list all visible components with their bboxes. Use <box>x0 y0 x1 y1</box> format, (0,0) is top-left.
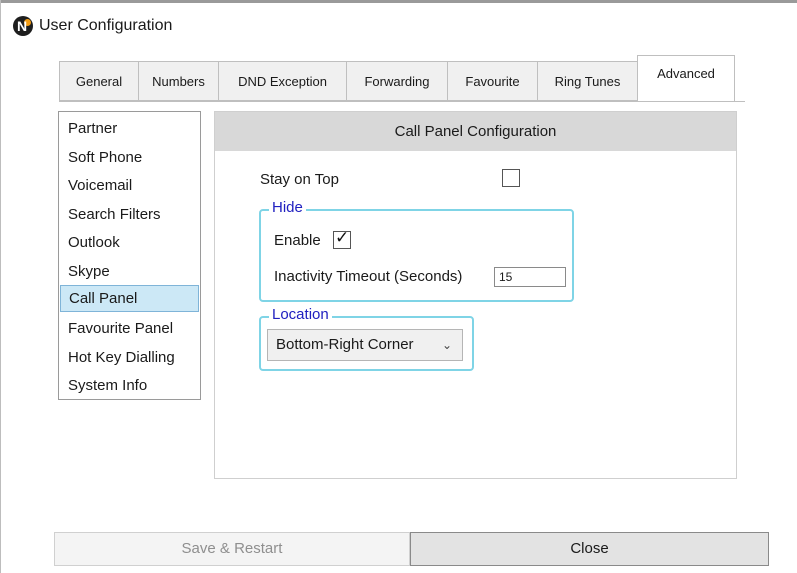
sidebar-item-soft-phone[interactable]: Soft Phone <box>60 144 199 171</box>
tab-ring-tunes[interactable]: Ring Tunes <box>537 61 637 101</box>
tab-general[interactable]: General <box>59 61 138 101</box>
sidebar-item-hot-key-dialling[interactable]: Hot Key Dialling <box>60 344 199 371</box>
location-select-value: Bottom-Right Corner <box>276 336 414 353</box>
location-group-legend: Location <box>269 306 332 323</box>
hide-group-legend: Hide <box>269 199 306 216</box>
sidebar-item-skype[interactable]: Skype <box>60 258 199 285</box>
tab-advanced[interactable]: Advanced <box>637 55 735 101</box>
enable-label: Enable <box>274 232 321 249</box>
sidebar-item-favourite-panel[interactable]: Favourite Panel <box>60 315 199 342</box>
save-restart-button[interactable]: Save & Restart <box>54 532 410 566</box>
tab-strip-divider <box>59 101 745 102</box>
call-panel-configuration: Call Panel Configuration Stay on Top Hid… <box>214 111 737 479</box>
location-group: Location Bottom-Right Corner ⌄ <box>259 306 474 371</box>
window-left-border <box>0 0 1 573</box>
tab-bar: General Numbers DND Exception Forwarding… <box>59 55 735 102</box>
tab-forwarding[interactable]: Forwarding <box>346 61 447 101</box>
stay-on-top-label: Stay on Top <box>260 171 339 188</box>
sidebar-item-call-panel[interactable]: Call Panel <box>60 285 199 312</box>
chevron-down-icon: ⌄ <box>441 338 452 352</box>
inactivity-timeout-input[interactable]: 15 <box>494 267 566 287</box>
location-select[interactable]: Bottom-Right Corner ⌄ <box>267 329 463 361</box>
panel-header: Call Panel Configuration <box>215 112 736 151</box>
sidebar-item-system-info[interactable]: System Info <box>60 372 199 399</box>
advanced-section-list: Partner Soft Phone Voicemail Search Filt… <box>58 111 201 400</box>
window-title: User Configuration <box>39 17 173 34</box>
inactivity-timeout-label: Inactivity Timeout (Seconds) <box>274 268 463 285</box>
sidebar-item-partner[interactable]: Partner <box>60 115 199 142</box>
tab-dnd-exception[interactable]: DND Exception <box>218 61 346 101</box>
enable-checkbox[interactable]: ✓ <box>333 228 351 249</box>
close-button[interactable]: Close <box>410 532 769 566</box>
n-logo-icon: N <box>13 16 33 36</box>
hide-group: Hide Enable ✓ Inactivity Timeout (Second… <box>259 199 574 302</box>
stay-on-top-checkbox[interactable] <box>502 169 520 187</box>
sidebar-item-search-filters[interactable]: Search Filters <box>60 201 199 228</box>
title-bar: N User Configuration <box>0 3 797 47</box>
checkmark-icon: ✓ <box>335 228 350 247</box>
tab-favourite[interactable]: Favourite <box>447 61 537 101</box>
sidebar-item-voicemail[interactable]: Voicemail <box>60 172 199 199</box>
sidebar-item-outlook[interactable]: Outlook <box>60 229 199 256</box>
tab-numbers[interactable]: Numbers <box>138 61 218 101</box>
